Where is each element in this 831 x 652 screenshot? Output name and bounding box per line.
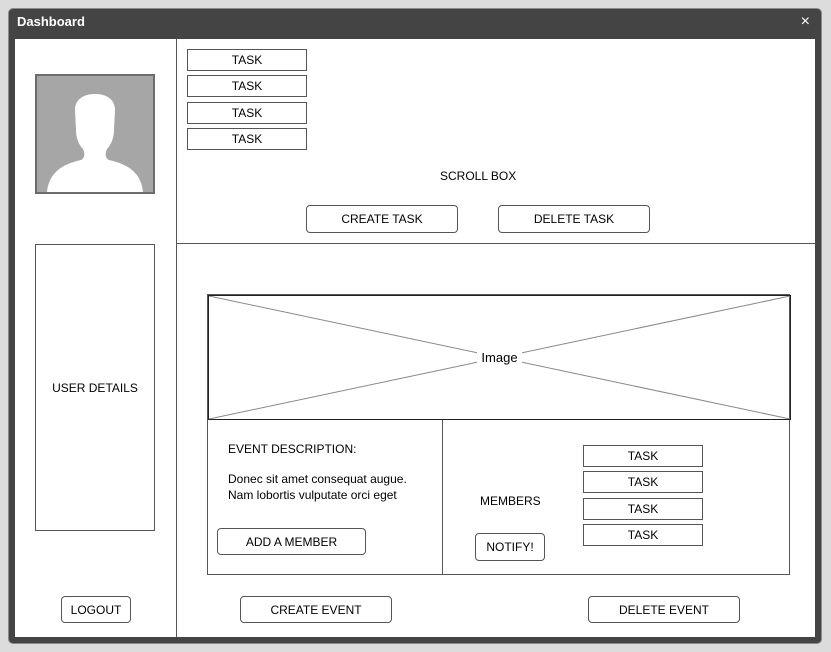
event-panel: Image EVENT DESCRIPTION: Donec sit amet … <box>207 294 791 575</box>
dashboard-window: Dashboard × USER DETAILS LOGOUT TASK TAS… <box>8 8 822 644</box>
delete-task-button[interactable]: DELETE TASK <box>498 205 650 233</box>
create-event-button[interactable]: CREATE EVENT <box>240 596 392 623</box>
event-description-text: Donec sit amet consequat augue. Nam lobo… <box>228 472 407 505</box>
task-item[interactable]: TASK <box>187 128 307 150</box>
user-details-panel: USER DETAILS <box>35 244 155 531</box>
scroll-box-label: SCROLL BOX <box>440 169 517 183</box>
member-task-item[interactable]: TASK <box>583 498 703 520</box>
sidebar-divider <box>176 39 177 637</box>
image-placeholder-icon <box>209 296 790 419</box>
task-item[interactable]: TASK <box>187 75 307 97</box>
user-details-label: USER DETAILS <box>52 380 138 395</box>
event-panel-divider <box>442 420 443 575</box>
delete-event-button[interactable]: DELETE EVENT <box>588 596 740 623</box>
add-member-button[interactable]: ADD A MEMBER <box>217 528 366 555</box>
member-task-item[interactable]: TASK <box>583 445 703 467</box>
title-bar: Dashboard × <box>9 9 821 37</box>
notify-button[interactable]: NOTIFY! <box>475 533 545 561</box>
task-item[interactable]: TASK <box>187 49 307 71</box>
window-title: Dashboard <box>17 14 85 29</box>
member-task-item[interactable]: TASK <box>583 524 703 546</box>
event-description-title: EVENT DESCRIPTION: <box>228 442 357 456</box>
task-item[interactable]: TASK <box>187 102 307 124</box>
member-task-item[interactable]: TASK <box>583 471 703 493</box>
user-silhouette-icon <box>47 94 143 192</box>
window-content: USER DETAILS LOGOUT TASK TASK TASK TASK … <box>15 39 815 637</box>
create-task-button[interactable]: CREATE TASK <box>306 205 458 233</box>
section-divider <box>177 243 815 244</box>
close-icon[interactable]: × <box>801 13 810 31</box>
members-label: MEMBERS <box>480 494 541 508</box>
logout-button[interactable]: LOGOUT <box>61 596 131 623</box>
avatar <box>35 74 155 194</box>
event-image: Image <box>208 295 791 420</box>
